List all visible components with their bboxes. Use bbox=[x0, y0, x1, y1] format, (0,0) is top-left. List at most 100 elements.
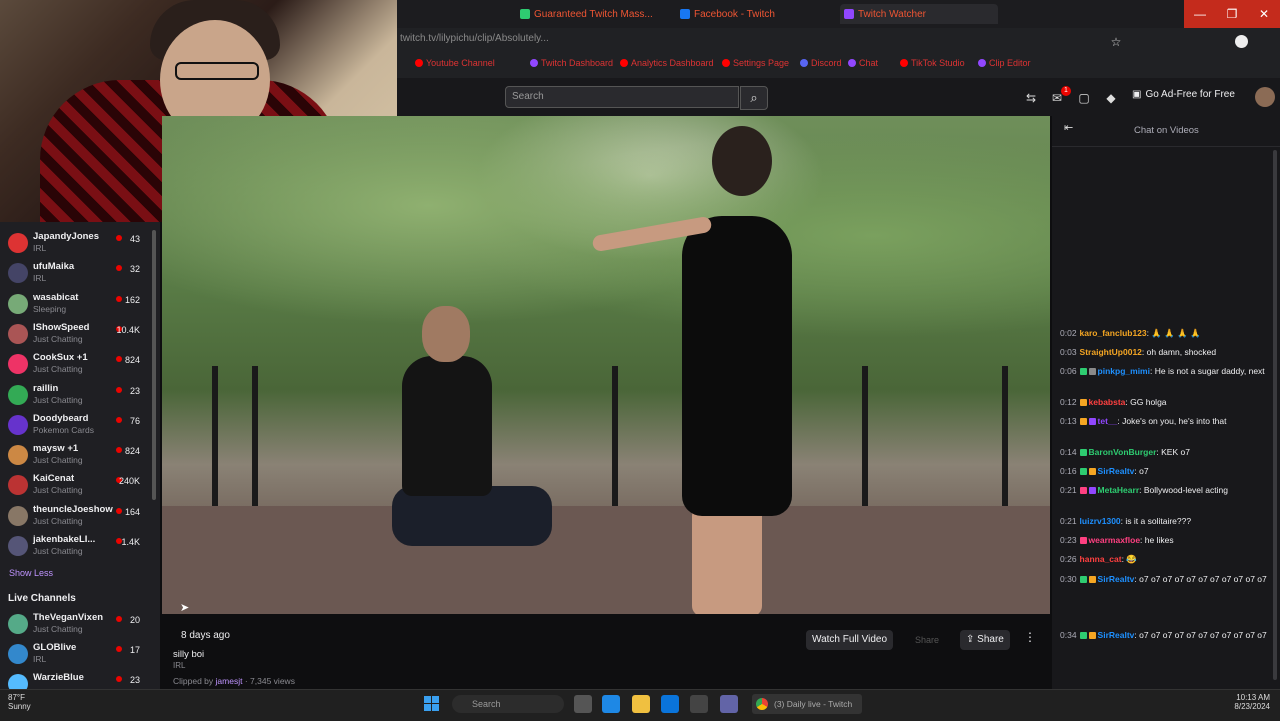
bookmark-item[interactable]: Settings Page bbox=[722, 58, 789, 68]
bookmark-item[interactable]: Clip Editor bbox=[978, 58, 1031, 68]
live-indicator-icon bbox=[116, 356, 122, 363]
clock-date: 8/23/2024 bbox=[1234, 702, 1270, 711]
clip-category[interactable]: IRL bbox=[173, 661, 185, 670]
chat-username[interactable]: hanna_cat bbox=[1080, 554, 1122, 564]
sidebar-channel-item[interactable]: Doodybeard Pokemon Cards 76 bbox=[0, 410, 158, 440]
live-channel-item[interactable]: TheVeganVixen Just Chatting 20 bbox=[0, 609, 158, 639]
show-less-link[interactable]: Show Less bbox=[9, 568, 53, 578]
system-clock[interactable]: 10:13 AM 8/23/2024 bbox=[1200, 693, 1270, 711]
edge-icon[interactable] bbox=[602, 695, 620, 713]
chat-username[interactable]: pinkpg_mimi bbox=[1098, 366, 1150, 376]
search-input[interactable]: Search bbox=[505, 86, 739, 108]
user-avatar[interactable] bbox=[1255, 87, 1275, 107]
webcam-glasses bbox=[175, 62, 259, 80]
sidebar-channel-item[interactable]: maysw +1 Just Chatting 824 bbox=[0, 440, 158, 470]
more-options-button[interactable]: ⋮ bbox=[1024, 630, 1036, 644]
profile-avatar[interactable] bbox=[1235, 35, 1248, 48]
bookmark-label: Chat bbox=[859, 58, 879, 68]
clips-icon[interactable]: ⇆ bbox=[1023, 90, 1039, 106]
app-icon[interactable] bbox=[690, 695, 708, 713]
minimize-button[interactable]: — bbox=[1184, 0, 1216, 28]
live-indicator-icon bbox=[116, 416, 122, 423]
chat-username[interactable]: luizrv1300 bbox=[1080, 516, 1121, 526]
browser-tab-active[interactable]: Twitch Watcher bbox=[840, 4, 998, 24]
whispers-icon[interactable]: ▢ bbox=[1076, 90, 1092, 106]
watch-full-video-button[interactable]: Watch Full Video bbox=[806, 630, 894, 650]
sidebar-channel-item[interactable]: CookSux +1 Just Chatting 824 bbox=[0, 349, 158, 379]
sidebar-channel-item[interactable]: theuncleJoeshow Just Chatting 164 bbox=[0, 501, 158, 531]
share-label: Share bbox=[977, 634, 1004, 645]
chat-username[interactable]: karo_fanclub123 bbox=[1080, 328, 1147, 338]
chat-message: 0:14 BaronVonBurger: KEK o7 bbox=[1060, 447, 1190, 457]
chat-username[interactable]: wearmaxfloe bbox=[1089, 535, 1141, 545]
live-channel-item[interactable]: GLOBlive IRL 17 bbox=[0, 639, 158, 669]
channel-category: IRL bbox=[33, 243, 47, 253]
sidebar-channel-item[interactable]: raillin Just Chatting 23 bbox=[0, 380, 158, 410]
close-button[interactable]: ✕ bbox=[1248, 0, 1280, 28]
chat-username[interactable]: SirRealtv bbox=[1098, 466, 1135, 476]
chat-username[interactable]: StraightUp0012 bbox=[1080, 347, 1142, 357]
live-channels-title: Live Channels bbox=[8, 593, 76, 604]
share-button[interactable]: ⇪ Share bbox=[960, 630, 1010, 650]
star-icon[interactable]: ☆ bbox=[1108, 34, 1124, 50]
sidebar-channel-item[interactable]: ufuMaika IRL 32 bbox=[0, 258, 158, 288]
chat-title: Chat on Videos bbox=[1134, 125, 1199, 136]
channel-name: raillin bbox=[33, 382, 59, 394]
bookmark-item[interactable]: Discord bbox=[800, 58, 842, 68]
browser-tab[interactable]: Facebook - Twitch bbox=[680, 4, 810, 24]
chat-timestamp: 0:34 bbox=[1060, 630, 1077, 640]
bookmark-item[interactable]: TikTok Studio bbox=[900, 58, 965, 68]
bookmark-item[interactable]: Twitch Dashboard bbox=[530, 58, 613, 68]
channel-name: jakenbakeLI... bbox=[33, 534, 96, 545]
sidebar-channel-item[interactable]: KaiCenat Just Chatting 240K bbox=[0, 470, 158, 500]
outlook-icon[interactable] bbox=[661, 695, 679, 713]
chat-username[interactable]: BaronVonBurger bbox=[1089, 447, 1157, 457]
chat-username[interactable]: SirRealtv bbox=[1098, 630, 1135, 640]
file-explorer-icon[interactable] bbox=[632, 695, 650, 713]
bookmark-label: Discord bbox=[811, 58, 842, 68]
chrome-taskbar-item[interactable]: (3) Daily live - Twitch bbox=[752, 694, 862, 714]
windows-start-icon[interactable] bbox=[424, 696, 440, 712]
weather-temp: 87°F bbox=[8, 693, 25, 702]
video-player[interactable] bbox=[162, 116, 1050, 614]
bookmark-label: Twitch Dashboard bbox=[541, 58, 614, 68]
chat-message: 0:06 pinkpg_mimi: He is not a sugar daddy… bbox=[1060, 366, 1265, 376]
live-indicator-icon bbox=[116, 646, 122, 652]
bookmark-icon bbox=[848, 59, 856, 67]
weather-widget[interactable]: 87°F Sunny bbox=[8, 693, 31, 711]
tab-favicon-icon bbox=[680, 9, 690, 19]
ad-free-button[interactable]: ▣ Go Ad-Free for Free bbox=[1132, 89, 1235, 100]
browser-tab[interactable]: Guaranteed Twitch Mass... bbox=[520, 4, 660, 24]
chat-timestamp: 0:12 bbox=[1060, 397, 1077, 407]
sidebar-channel-item[interactable]: wasabicat Sleeping 162 bbox=[0, 289, 158, 319]
chat-username[interactable]: tet__ bbox=[1098, 416, 1118, 426]
chat-username[interactable]: kebabsta bbox=[1089, 397, 1126, 407]
sidebar-channel-item[interactable]: JapandyJones IRL 43 bbox=[0, 228, 158, 258]
clipper-link[interactable]: jamesjt bbox=[216, 676, 243, 686]
bookmark-item[interactable]: Analytics Dashboard bbox=[620, 58, 714, 68]
live-indicator-icon bbox=[116, 265, 122, 272]
channel-name: KaiCenat bbox=[33, 473, 75, 485]
teams-icon[interactable] bbox=[720, 695, 738, 713]
sidebar-channel-item[interactable]: IShowSpeed Just Chatting 10.4K bbox=[0, 319, 158, 349]
chat-timestamp: 0:21 bbox=[1060, 516, 1077, 526]
live-indicator-icon bbox=[116, 616, 122, 622]
url-field[interactable]: twitch.tv/lilypichu/clip/Absolutely... bbox=[400, 33, 549, 44]
bits-icon[interactable]: ◆ bbox=[1103, 90, 1119, 106]
bookmark-item[interactable]: Chat bbox=[848, 58, 878, 68]
bookmark-item[interactable]: Youtube Channel bbox=[415, 58, 495, 68]
task-view-icon[interactable] bbox=[574, 695, 592, 713]
search-button[interactable]: ⌕ bbox=[740, 86, 768, 110]
maximize-button[interactable]: ❐ bbox=[1216, 0, 1248, 28]
video-deck bbox=[162, 506, 1050, 614]
sidebar-scrollbar[interactable] bbox=[152, 230, 156, 500]
channel-avatar bbox=[8, 233, 28, 253]
chat-scrollbar[interactable] bbox=[1273, 150, 1277, 680]
chat-username[interactable]: SirRealtv bbox=[1098, 574, 1135, 584]
chat-username[interactable]: MetaHearr bbox=[1098, 485, 1140, 495]
taskbar-search[interactable]: Search bbox=[452, 695, 564, 713]
collapse-chat-icon[interactable]: ⇤ bbox=[1064, 121, 1073, 134]
sidebar-channel-item[interactable]: jakenbakeLI... Just Chatting 1.4K bbox=[0, 531, 158, 561]
channel-category: Just Chatting bbox=[33, 485, 83, 496]
chat-badge-icon bbox=[1079, 399, 1087, 407]
